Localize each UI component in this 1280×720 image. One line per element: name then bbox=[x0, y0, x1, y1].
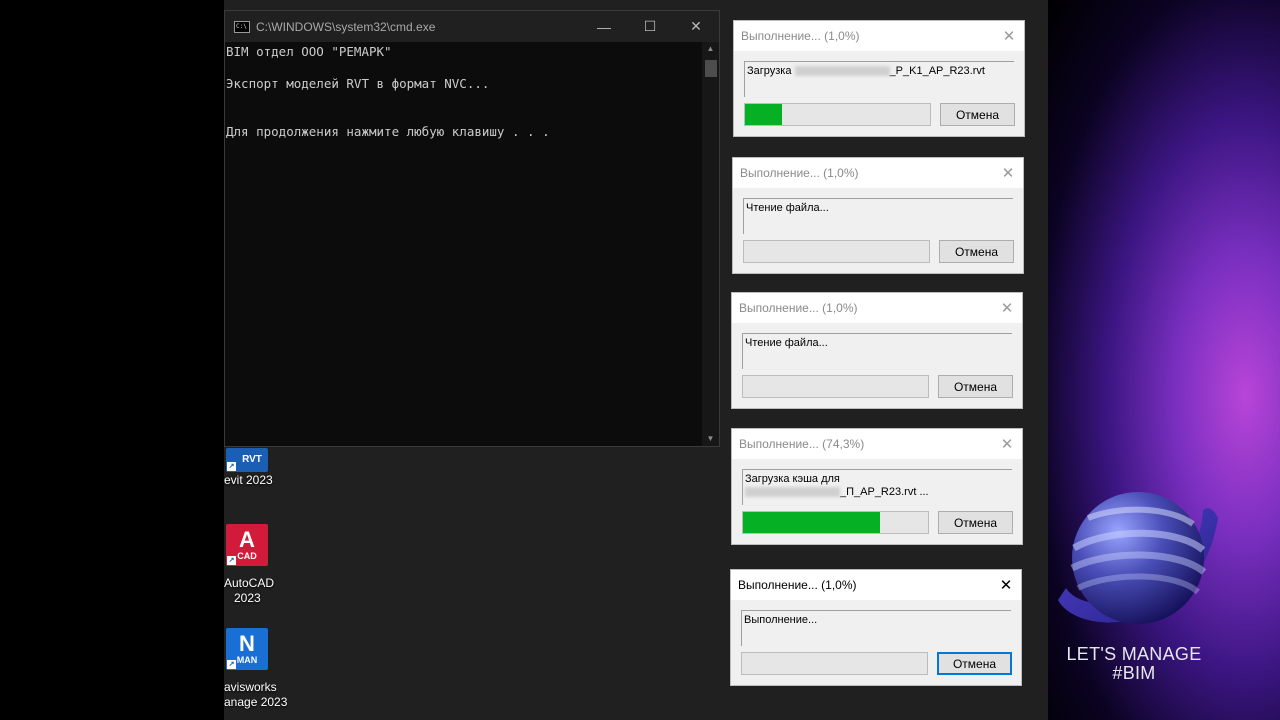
dialog-message: Чтение файла... bbox=[742, 333, 1012, 369]
dialog-title-bar[interactable]: Выполнение... (1,0%) ✕ bbox=[732, 293, 1022, 323]
cancel-button[interactable]: Отмена bbox=[940, 103, 1015, 126]
redacted-filename bbox=[745, 487, 840, 498]
navisworks-icon: N MAN ↗ bbox=[226, 628, 268, 670]
close-button[interactable]: ✕ bbox=[673, 11, 719, 42]
progress-bar bbox=[744, 103, 931, 126]
progress-dialog[interactable]: Выполнение... (1,0%) ✕ Чтение файла... О… bbox=[732, 157, 1024, 274]
maximize-button[interactable]: ☐ bbox=[627, 11, 673, 42]
progress-fill bbox=[745, 104, 782, 125]
revit-icon: RVT ↗ bbox=[226, 448, 268, 472]
dialog-message: Загрузка кэша для _П_AP_R23.rvt ... bbox=[742, 469, 1012, 505]
cancel-button[interactable]: Отмена bbox=[939, 240, 1014, 263]
desktop-icon-label: avisworks bbox=[224, 680, 277, 694]
cancel-button[interactable]: Отмена bbox=[938, 511, 1013, 534]
progress-fill bbox=[743, 512, 881, 533]
dialog-title-bar[interactable]: Выполнение... (1,0%) ✕ bbox=[733, 158, 1023, 188]
cmd-line: Экспорт моделей RVT в формат NVC... bbox=[226, 76, 490, 91]
close-icon[interactable]: ✕ bbox=[994, 21, 1024, 51]
progress-bar bbox=[742, 375, 929, 398]
cmd-scrollbar[interactable]: ▲ ▼ bbox=[702, 42, 719, 446]
progress-dialog[interactable]: Выполнение... (1,0%) ✕ Чтение файла... О… bbox=[731, 292, 1023, 409]
dialog-title-bar[interactable]: Выполнение... (74,3%) ✕ bbox=[732, 429, 1022, 459]
close-icon[interactable]: ✕ bbox=[993, 158, 1023, 188]
desktop-screen: C:\ C:\WINDOWS\system32\cmd.exe — ☐ ✕ BI… bbox=[224, 0, 1048, 720]
dialog-title: Выполнение... (1,0%) bbox=[740, 166, 859, 180]
cmd-output[interactable]: BIM отдел ООО "РЕМАРК" Экспорт моделей R… bbox=[225, 42, 702, 446]
brand-line: #BIM bbox=[1112, 663, 1156, 683]
scroll-down-icon[interactable]: ▼ bbox=[702, 432, 719, 446]
scroll-thumb[interactable] bbox=[705, 60, 717, 77]
dialog-title: Выполнение... (1,0%) bbox=[739, 301, 858, 315]
desktop-icon-revit[interactable]: RVT ↗ evit 2023 bbox=[224, 448, 316, 493]
desktop-icon-autocad[interactable]: A CAD ↗ AutoCAD 2023 bbox=[224, 524, 316, 608]
close-icon[interactable]: ✕ bbox=[992, 293, 1022, 323]
dialog-title: Выполнение... (1,0%) bbox=[741, 29, 860, 43]
cmd-title: C:\WINDOWS\system32\cmd.exe bbox=[256, 19, 436, 34]
progress-dialog-active[interactable]: Выполнение... (1,0%) ✕ Выполнение... Отм… bbox=[730, 569, 1022, 686]
desktop-icon-navisworks[interactable]: N MAN ↗ avisworks anage 2023 bbox=[224, 628, 316, 712]
progress-dialog[interactable]: Выполнение... (74,3%) ✕ Загрузка кэша дл… bbox=[731, 428, 1023, 545]
autocad-icon: A CAD ↗ bbox=[226, 524, 268, 566]
cancel-button[interactable]: Отмена bbox=[937, 652, 1012, 675]
dialog-title: Выполнение... (74,3%) bbox=[739, 437, 865, 451]
globe-logo-icon bbox=[1058, 492, 1218, 624]
dialog-message: Выполнение... bbox=[741, 610, 1011, 646]
console-icon: C:\ bbox=[234, 20, 250, 33]
shortcut-arrow-icon: ↗ bbox=[227, 462, 236, 471]
dialog-message: Чтение файла... bbox=[743, 198, 1013, 234]
progress-dialog[interactable]: Выполнение... (1,0%) ✕ Загрузка _P_K1_AP… bbox=[733, 20, 1025, 137]
dialog-title: Выполнение... (1,0%) bbox=[738, 578, 857, 592]
scroll-up-icon[interactable]: ▲ bbox=[702, 42, 719, 56]
cmd-title-bar[interactable]: C:\ C:\WINDOWS\system32\cmd.exe — ☐ ✕ bbox=[225, 11, 719, 42]
brand-slogan: LET'S MANAGE #BIM bbox=[1048, 645, 1220, 683]
shortcut-arrow-icon: ↗ bbox=[227, 660, 236, 669]
desktop-icon-label: anage 2023 bbox=[224, 695, 288, 709]
cmd-line: BIM отдел ООО "РЕМАРК" bbox=[226, 44, 392, 59]
desktop-icon-label: 2023 bbox=[234, 591, 261, 605]
brand-panel: LET'S MANAGE #BIM bbox=[1048, 0, 1280, 720]
cmd-line: Для продолжения нажмите любую клавишу . … bbox=[226, 124, 550, 139]
desktop-icon-label: AutoCAD bbox=[224, 576, 275, 590]
progress-bar bbox=[741, 652, 928, 675]
dialog-message: Загрузка _P_K1_AP_R23.rvt bbox=[744, 61, 1014, 97]
minimize-button[interactable]: — bbox=[581, 11, 627, 42]
redacted-filename bbox=[794, 66, 890, 77]
progress-bar bbox=[742, 511, 929, 534]
brand-line: LET'S MANAGE bbox=[1066, 644, 1202, 664]
dialog-title-bar[interactable]: Выполнение... (1,0%) ✕ bbox=[731, 570, 1021, 600]
cmd-window[interactable]: C:\ C:\WINDOWS\system32\cmd.exe — ☐ ✕ BI… bbox=[224, 10, 720, 447]
desktop-icon-label: evit 2023 bbox=[224, 473, 273, 487]
progress-bar bbox=[743, 240, 930, 263]
cancel-button[interactable]: Отмена bbox=[938, 375, 1013, 398]
dialog-title-bar[interactable]: Выполнение... (1,0%) ✕ bbox=[734, 21, 1024, 51]
close-icon[interactable]: ✕ bbox=[992, 429, 1022, 459]
close-icon[interactable]: ✕ bbox=[991, 570, 1021, 600]
shortcut-arrow-icon: ↗ bbox=[227, 556, 236, 565]
